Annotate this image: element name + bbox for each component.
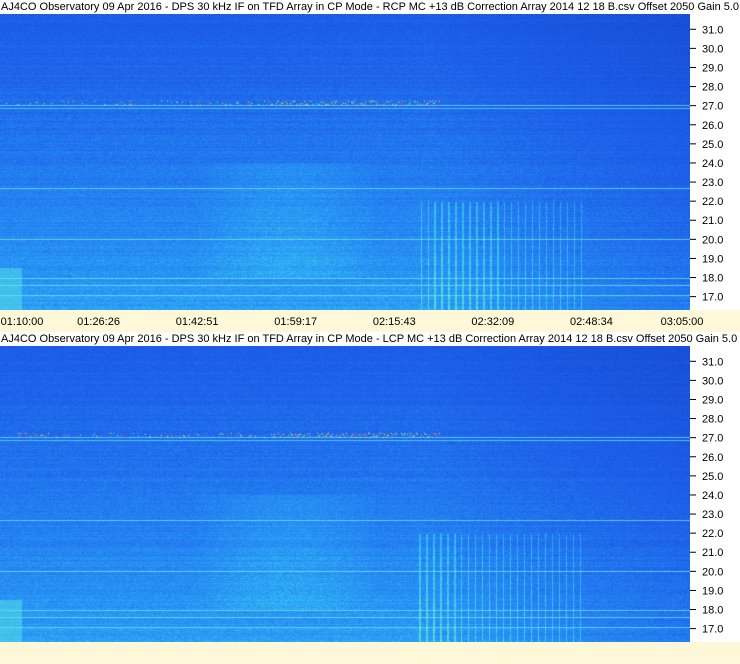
time-tick-label: 02:32:09 bbox=[471, 316, 515, 328]
y-tick-label: 17.0 bbox=[702, 624, 723, 636]
y-tick-label: 19.0 bbox=[702, 253, 723, 265]
y-tick-label: 27.0 bbox=[702, 101, 723, 113]
rcp-panel: AJ4CO Observatory 09 Apr 2016 - DPS 30 k… bbox=[0, 0, 740, 332]
y-tick-label: 24.0 bbox=[702, 490, 723, 502]
y-tick-label: 20.0 bbox=[702, 566, 723, 578]
y-tick-label: 24.0 bbox=[702, 158, 723, 170]
y-tick-label: 31.0 bbox=[702, 356, 723, 368]
y-tick-label: 20.0 bbox=[702, 234, 723, 246]
rcp-y-axis-svg: 31.0 30.0 29.0 28.0 27.0 26.0 25.0 24.0 23.0 22.0… bbox=[690, 24, 723, 304]
time-axis: 01:10:00 01:26:26 01:42:51 01:59:17 02:15:43… bbox=[0, 310, 740, 332]
y-tick-label: 23.0 bbox=[702, 177, 723, 189]
time-tick-label: 02:15:43 bbox=[372, 316, 416, 328]
y-tick-label: 25.0 bbox=[702, 139, 723, 151]
lcp-y-axis: 31.0 30.0 29.0 28.0 27.0 26.0 25.0 24.0 23.0 22.0… bbox=[690, 346, 740, 642]
rcp-y-axis: 31.0 30.0 29.0 28.0 27.0 26.0 25.0 24.0 23.0 22.0… bbox=[690, 14, 740, 310]
y-tick-label: 22.0 bbox=[702, 196, 723, 208]
y-tick-label: 30.0 bbox=[702, 43, 723, 55]
y-tick-label: 29.0 bbox=[702, 62, 723, 74]
y-tick-label: 30.0 bbox=[702, 375, 723, 387]
lcp-spectrogram bbox=[0, 346, 690, 642]
y-tick-label: 18.0 bbox=[702, 605, 723, 617]
time-tick-label: 01:10:00 bbox=[0, 316, 44, 328]
y-tick-label: 21.0 bbox=[702, 547, 723, 559]
y-tick-label: 26.0 bbox=[702, 120, 723, 132]
time-tick-label: 03:05:00 bbox=[660, 316, 704, 328]
time-tick-label: 01:42:51 bbox=[175, 316, 219, 328]
y-tick-label: 17.0 bbox=[702, 292, 723, 304]
y-tick-label: 28.0 bbox=[702, 82, 723, 94]
y-tick-label: 21.0 bbox=[702, 215, 723, 227]
y-tick-label: 23.0 bbox=[702, 509, 723, 521]
y-tick-label: 19.0 bbox=[702, 585, 723, 597]
time-tick-label: 02:48:34 bbox=[570, 316, 613, 328]
lcp-panel: AJ4CO Observatory 09 Apr 2016 - DPS 30 k… bbox=[0, 332, 740, 642]
lcp-y-axis-svg: 31.0 30.0 29.0 28.0 27.0 26.0 25.0 24.0 23.0 22.0… bbox=[690, 356, 723, 636]
lcp-title: AJ4CO Observatory 09 Apr 2016 - DPS 30 k… bbox=[0, 332, 740, 346]
bottom-strip bbox=[0, 642, 740, 664]
y-tick-label: 22.0 bbox=[702, 528, 723, 540]
time-tick-label: 01:26:26 bbox=[77, 316, 120, 328]
rcp-title: AJ4CO Observatory 09 Apr 2016 - DPS 30 k… bbox=[0, 0, 740, 14]
y-tick-label: 25.0 bbox=[702, 471, 723, 483]
y-tick-label: 29.0 bbox=[702, 394, 723, 406]
rcp-spectrogram bbox=[0, 14, 690, 310]
time-tick-label: 01:59:17 bbox=[274, 316, 318, 328]
y-tick-label: 18.0 bbox=[702, 273, 723, 285]
y-tick-label: 28.0 bbox=[702, 414, 723, 426]
y-tick-label: 27.0 bbox=[702, 433, 723, 445]
y-tick-label: 26.0 bbox=[702, 452, 723, 464]
y-tick-label: 31.0 bbox=[702, 24, 723, 36]
